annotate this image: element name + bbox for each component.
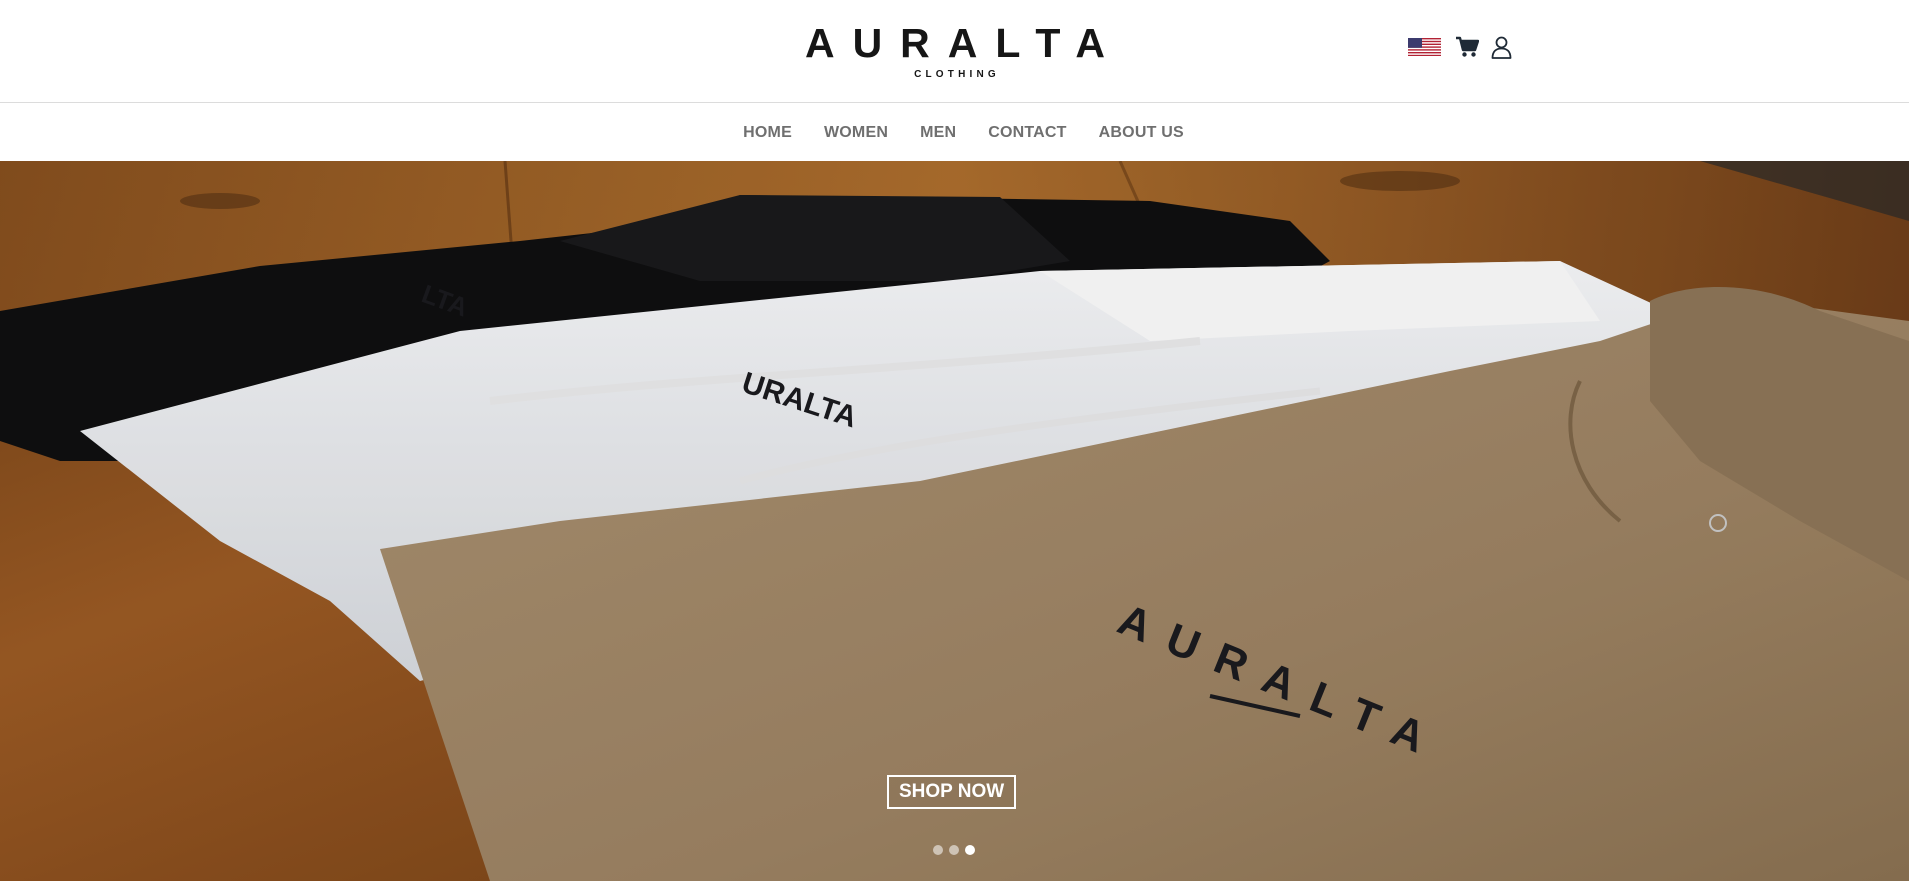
nav-item-home: HOME [743, 124, 792, 142]
nav-link-about-us[interactable]: ABOUT US [1099, 124, 1184, 141]
us-flag-icon[interactable] [1408, 38, 1441, 56]
nav-link-contact[interactable]: CONTACT [988, 124, 1066, 141]
nav-list: HOME WOMEN MEN CONTACT ABOUT US [0, 104, 1909, 161]
user-icon[interactable] [1491, 36, 1512, 59]
carousel-dot-3[interactable] [965, 845, 975, 855]
carousel-indicators [933, 845, 981, 855]
site-header: AURALTA CLOTHING [0, 0, 1909, 103]
carousel-dot-2[interactable] [949, 845, 959, 855]
header-actions [1408, 35, 1512, 59]
main-nav: HOME WOMEN MEN CONTACT ABOUT US [0, 104, 1909, 161]
brand-name: AURALTA [804, 20, 1124, 66]
brand-tagline: CLOTHING [914, 69, 1000, 80]
nav-link-women[interactable]: WOMEN [824, 124, 888, 141]
nav-item-men: MEN [920, 124, 956, 142]
shop-now-button[interactable]: SHOP NOW [887, 775, 1017, 809]
nav-link-men[interactable]: MEN [920, 124, 956, 141]
nav-item-about-us: ABOUT US [1099, 124, 1184, 142]
nav-link-home[interactable]: HOME [743, 124, 792, 141]
shopping-cart-icon[interactable] [1455, 36, 1479, 58]
hero-carousel: LTA URALTA AURALTA SHOP NOW [0, 161, 1909, 881]
nav-item-contact: CONTACT [988, 124, 1066, 142]
hero-image: LTA URALTA AURALTA [0, 161, 1909, 881]
carousel-dot-1[interactable] [933, 845, 943, 855]
nav-item-women: WOMEN [824, 124, 888, 142]
brand-logo[interactable]: AURALTA CLOTHING [780, 22, 1130, 82]
